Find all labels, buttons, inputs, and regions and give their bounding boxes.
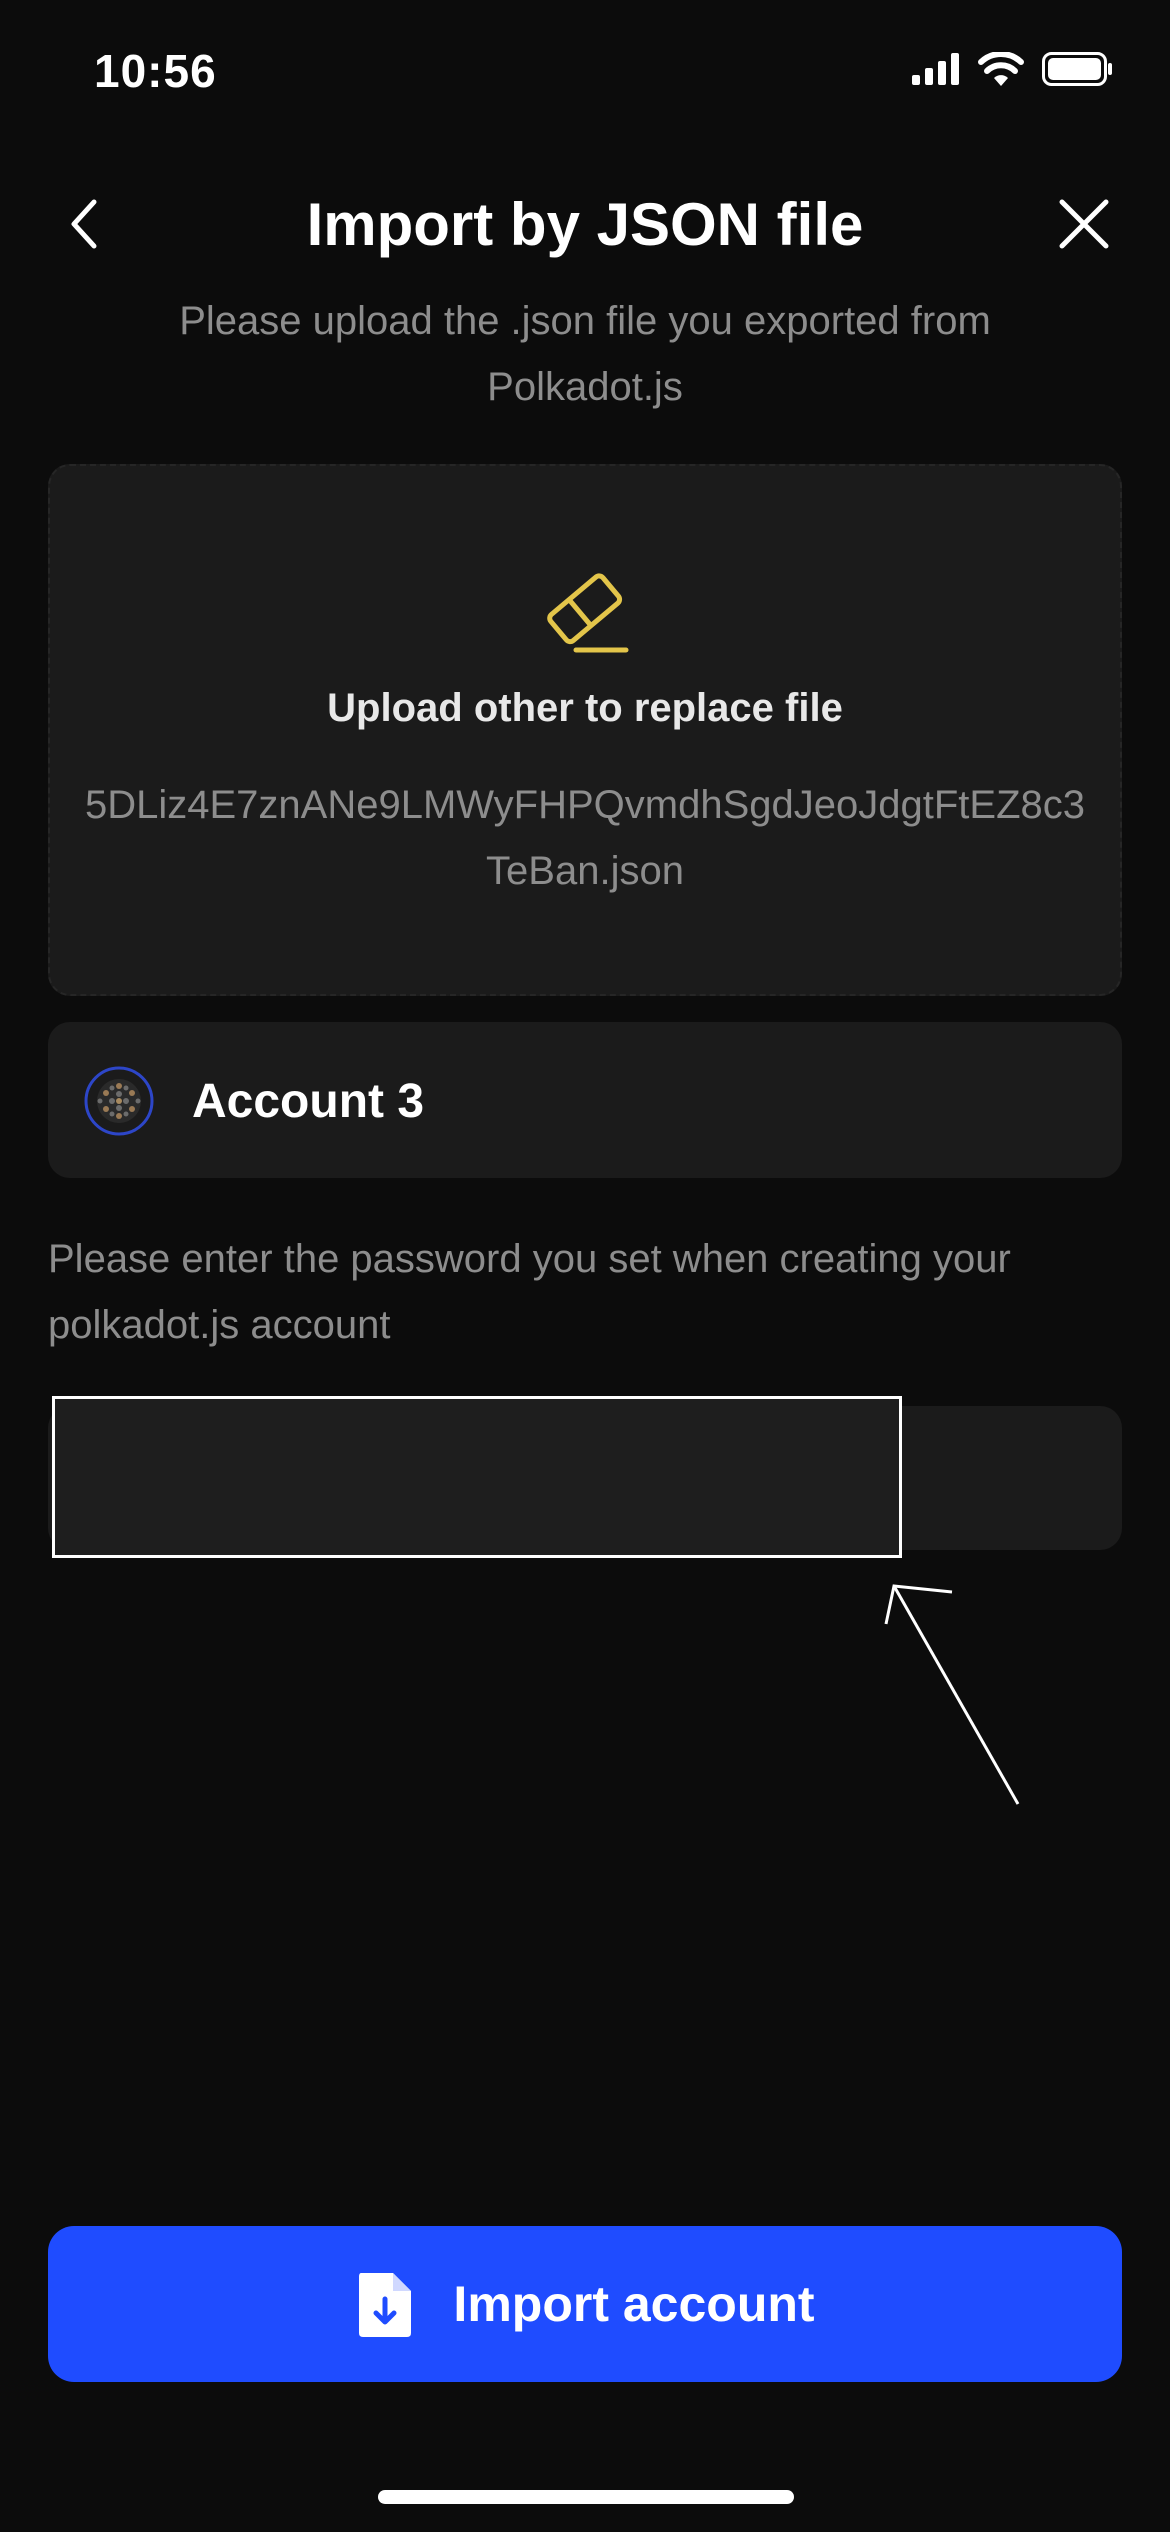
file-import-icon bbox=[359, 2273, 412, 2337]
upload-title: Upload other to replace file bbox=[327, 686, 843, 730]
password-hint: Please enter the password you set when c… bbox=[48, 1237, 1011, 1347]
account-avatar-icon bbox=[84, 1066, 154, 1136]
status-bar: 10:56 bbox=[0, 0, 1170, 150]
close-icon bbox=[1059, 199, 1109, 249]
password-input[interactable] bbox=[52, 1396, 902, 1558]
annotation-arrow-icon bbox=[884, 1584, 1020, 1805]
home-indicator bbox=[378, 2490, 794, 2504]
eraser-icon bbox=[547, 573, 629, 653]
page-title: Import by JSON file bbox=[306, 191, 864, 258]
import-account-button[interactable]: Import account bbox=[48, 2226, 1122, 2382]
battery-icon bbox=[1042, 52, 1112, 86]
import-account-label: Import account bbox=[453, 2276, 815, 2332]
wifi-icon bbox=[978, 52, 1024, 86]
status-icons bbox=[912, 52, 1114, 86]
subtitle: Please upload the .json file you exporte… bbox=[179, 299, 991, 409]
cellular-signal-icon bbox=[912, 53, 959, 85]
close-button[interactable] bbox=[1054, 194, 1114, 254]
file-name: 5DLiz4E7znANe9LMWyFHPQvmdhSgdJeoJdgtFtEZ… bbox=[84, 783, 1086, 893]
nav-header: Import by JSON file bbox=[0, 170, 1170, 280]
status-time: 10:56 bbox=[94, 45, 217, 97]
account-name: Account 3 bbox=[192, 1075, 425, 1128]
